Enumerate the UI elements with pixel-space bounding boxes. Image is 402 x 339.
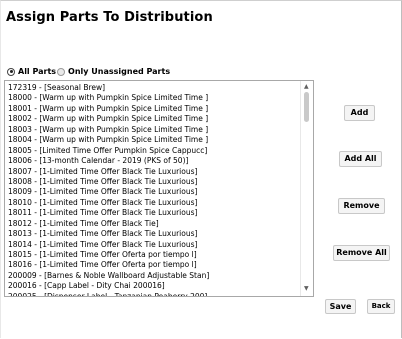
parts-list-items: 172319 - [Seasonal Brew] 18000 - [Warm up… — [8, 83, 298, 296]
part-list-item[interactable]: 172319 - [Seasonal Brew] — [8, 83, 298, 93]
part-list-item[interactable]: 18005 - [Limited Time Offer Pumpkin Spic… — [8, 146, 298, 156]
back-button[interactable]: Back — [367, 299, 395, 314]
part-list-item[interactable]: 18007 - [1-Limited Time Offer Black Tie … — [8, 167, 298, 177]
add-all-button[interactable]: Add All — [339, 151, 382, 167]
part-list-item[interactable]: 200016 - [Capp Label - Dity Chai 200016] — [8, 281, 298, 291]
part-list-item[interactable]: 18015 - [1-Limited Time Offer Oferta por… — [8, 250, 298, 260]
part-list-item[interactable]: 18001 - [Warm up with Pumpkin Spice Limi… — [8, 104, 298, 114]
part-list-item[interactable]: 18014 - [1-Limited Time Offer Black Tie … — [8, 240, 298, 250]
part-list-item[interactable]: 18016 - [1-Limited Time Offer Oferta por… — [8, 260, 298, 270]
page-frame: Assign Parts To Distribution All Parts O… — [0, 0, 402, 338]
part-list-item[interactable]: 18000 - [Warm up with Pumpkin Spice Limi… — [8, 93, 298, 103]
part-list-item[interactable]: 18011 - [1-Limited Time Offer Black Tie … — [8, 208, 298, 218]
save-button[interactable]: Save — [325, 299, 356, 314]
remove-button[interactable]: Remove — [338, 198, 385, 214]
remove-all-button[interactable]: Remove All — [333, 245, 390, 261]
scroll-down-arrow-icon[interactable]: ▼ — [304, 286, 309, 292]
only-unassigned-parts-label[interactable]: Only Unassigned Parts — [68, 67, 170, 76]
parts-listbox[interactable]: 172319 - [Seasonal Brew] 18000 - [Warm up… — [4, 80, 314, 297]
part-list-item[interactable]: 18002 - [Warm up with Pumpkin Spice Limi… — [8, 114, 298, 124]
listbox-scrollbar[interactable]: ▲ ▼ — [300, 81, 313, 296]
part-filter-radio-group: All Parts Only Unassigned Parts — [7, 67, 171, 76]
part-list-item[interactable]: 200009 - [Barnes & Noble Wallboard Adjus… — [8, 271, 298, 281]
part-list-item[interactable]: 18010 - [1-Limited Time Offer Black Tie … — [8, 198, 298, 208]
part-list-item[interactable]: 18008 - [1-Limited Time Offer Black Tie … — [8, 177, 298, 187]
scroll-up-arrow-icon[interactable]: ▲ — [304, 84, 309, 90]
part-list-item[interactable]: 18003 - [Warm up with Pumpkin Spice Limi… — [8, 125, 298, 135]
part-list-item[interactable]: 200025 - [Dispenser Label - Tanzanian Pe… — [8, 292, 298, 296]
page-title: Assign Parts To Distribution — [6, 10, 213, 25]
part-list-item[interactable]: 18006 - [13-month Calendar - 2019 (PKS o… — [8, 156, 298, 166]
all-parts-label[interactable]: All Parts — [18, 67, 56, 76]
part-list-item[interactable]: 18012 - [1-Limited Time Offer Black Tie] — [8, 219, 298, 229]
part-list-item[interactable]: 18013 - [1-Limited Time Offer Black Tie … — [8, 229, 298, 239]
part-list-item[interactable]: 18009 - [1-Limited Time Offer Black Tie … — [8, 187, 298, 197]
scrollbar-thumb[interactable] — [304, 92, 309, 122]
only-unassigned-parts-radio[interactable] — [57, 67, 66, 76]
part-list-item[interactable]: 18004 - [Warm up with Pumpkin Spice Limi… — [8, 135, 298, 145]
add-button[interactable]: Add — [344, 105, 375, 121]
all-parts-radio[interactable] — [7, 67, 15, 76]
